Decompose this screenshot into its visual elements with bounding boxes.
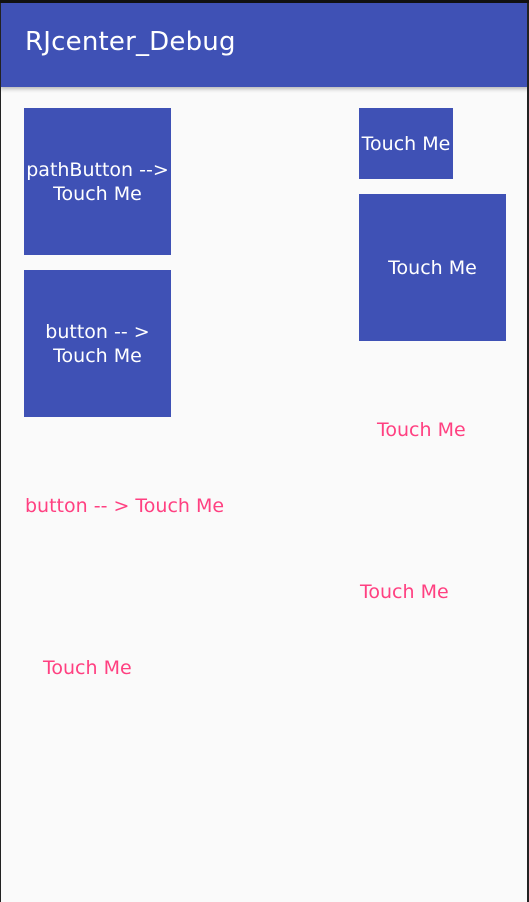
button-arrow-box-label: button -- > Touch Me <box>45 320 150 367</box>
touch-me-small-label: Touch Me <box>361 132 451 155</box>
path-button-label: pathButton --> Touch Me <box>26 158 169 205</box>
touch-me-text-button-2[interactable]: Touch Me <box>360 581 449 603</box>
left-edge <box>0 3 1 902</box>
path-button[interactable]: pathButton --> Touch Me <box>24 108 171 255</box>
touch-me-text-button-1[interactable]: Touch Me <box>377 419 466 441</box>
app-title: RJcenter_Debug <box>25 27 236 57</box>
button-arrow-box[interactable]: button -- > Touch Me <box>24 270 171 417</box>
button-arrow-text-button[interactable]: button -- > Touch Me <box>25 495 224 517</box>
app-screen: RJcenter_Debug pathButton --> Touch Me b… <box>0 0 529 902</box>
touch-me-large-label: Touch Me <box>388 256 477 279</box>
touch-me-text-button-3[interactable]: Touch Me <box>43 657 132 679</box>
app-bar: RJcenter_Debug <box>0 3 529 87</box>
touch-me-large-button[interactable]: Touch Me <box>359 194 506 341</box>
touch-me-small-button[interactable]: Touch Me <box>359 108 453 179</box>
